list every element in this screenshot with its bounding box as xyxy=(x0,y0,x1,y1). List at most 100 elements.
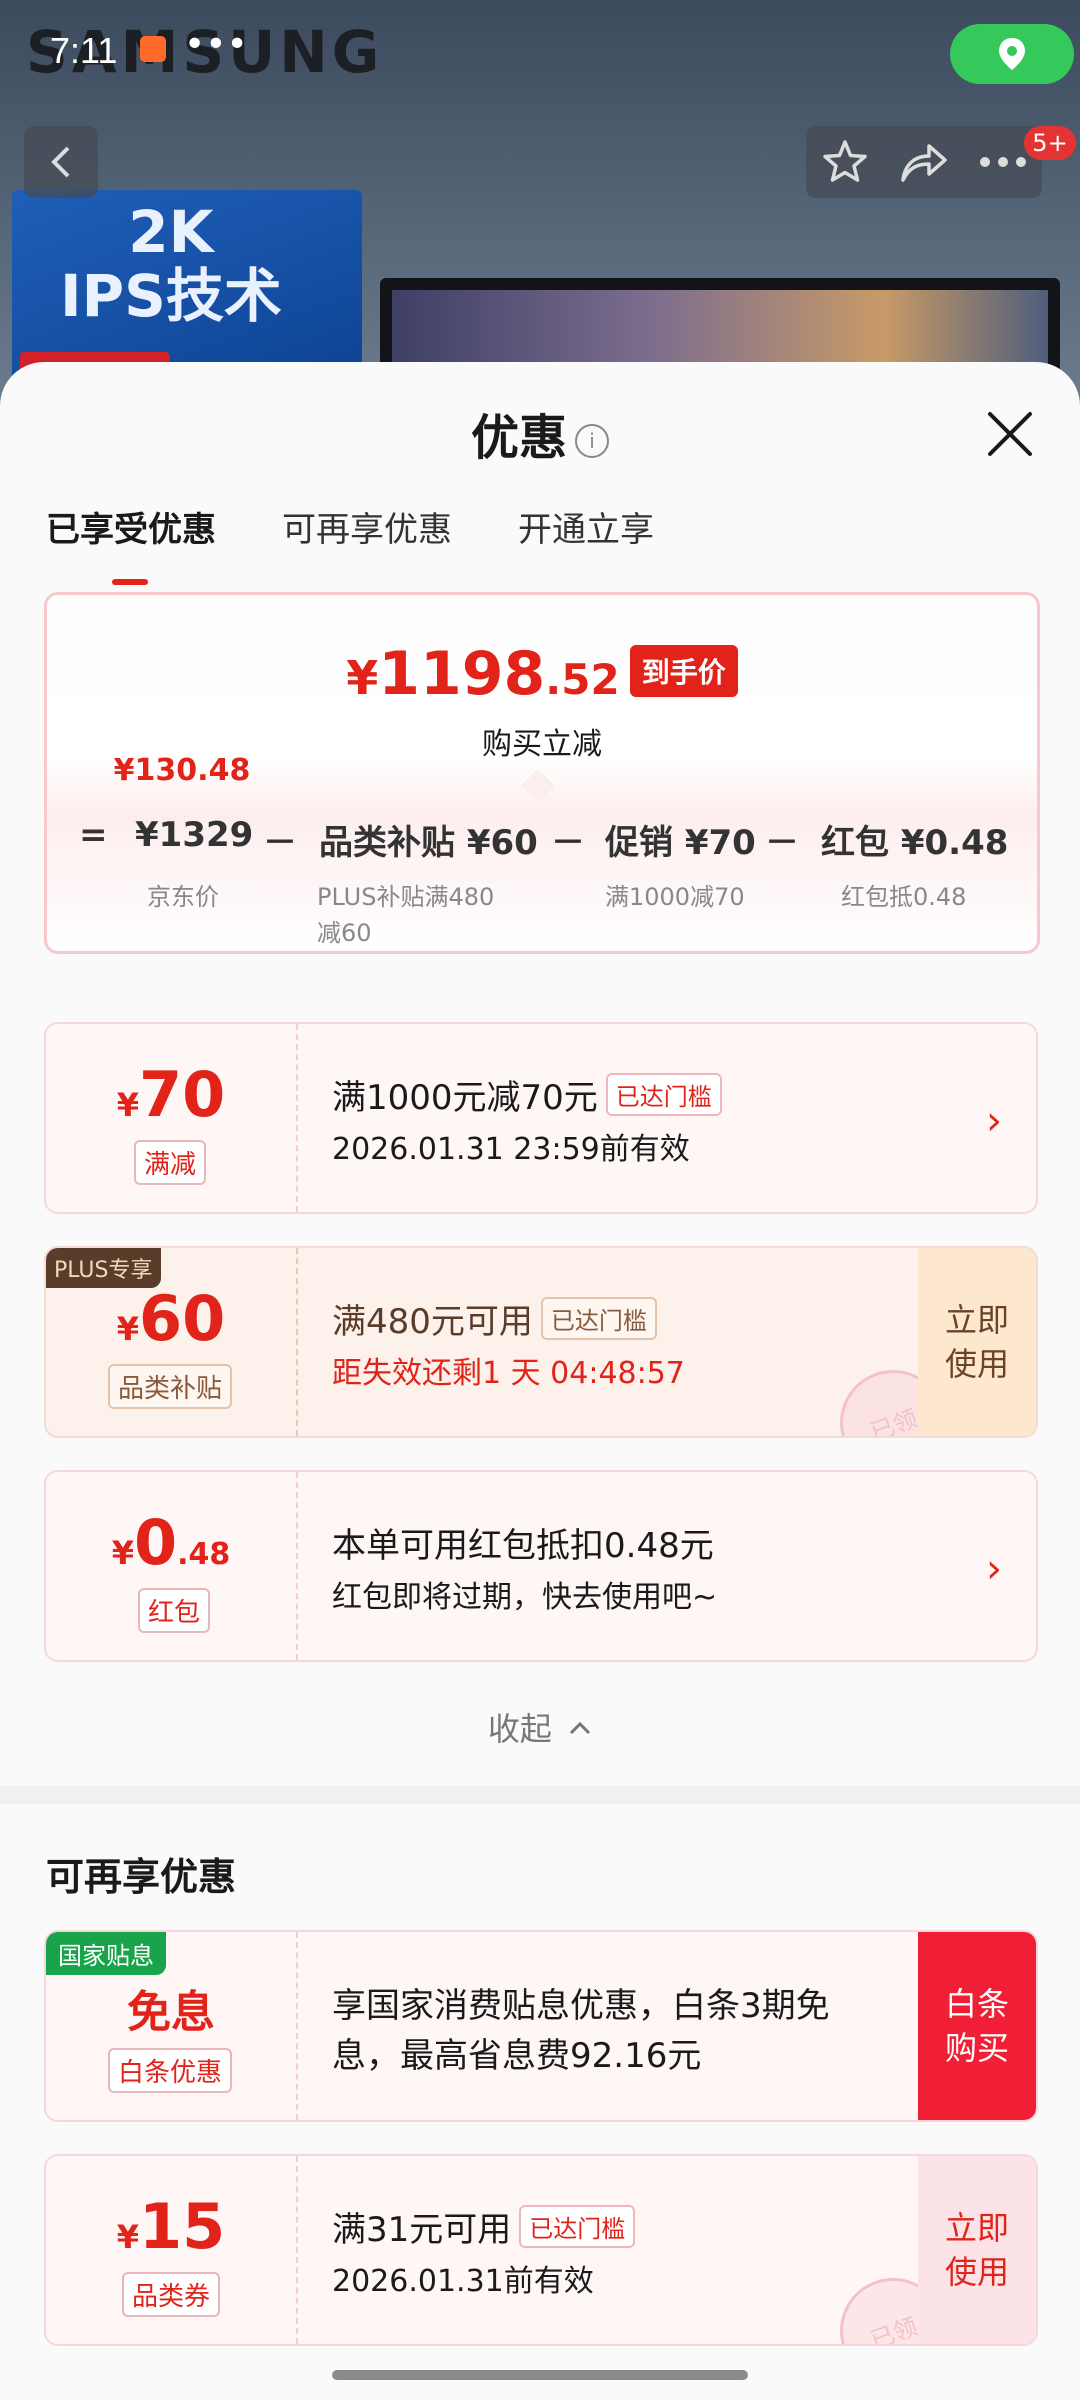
final-price-tag: 到手价 xyxy=(629,645,738,697)
op-minus-2: － xyxy=(551,823,585,863)
use-now-button[interactable]: 立即 使用 xyxy=(918,2156,1036,2344)
coupon-condition-text: 满1000元减70元 xyxy=(332,1078,598,1118)
message-badge: 5+ xyxy=(1024,126,1076,160)
home-indicator[interactable] xyxy=(332,2370,748,2380)
coupon-type: 品类补贴 xyxy=(108,1364,233,1409)
back-button[interactable] xyxy=(24,126,98,198)
coupon-card-full-reduction[interactable]: ¥70 满减 满1000元减70元 已达门槛 2026.01.31 23:59前有… xyxy=(44,1022,1038,1214)
tab-enjoyed[interactable]: 已享受优惠 xyxy=(46,502,216,585)
coupon-condition: 本单可用红包抵扣0.48元 xyxy=(332,1526,714,1566)
price-decimal: .52 xyxy=(545,655,620,704)
coupon-value: 0 xyxy=(133,1506,178,1579)
feature-line-2: IPS技术 xyxy=(60,262,282,330)
price-summary: ¥1198.52 到手价 购买立减 ¥130.48 = ¥1329 京东价 － 品类… xyxy=(44,592,1040,954)
coupon-currency: ¥ xyxy=(116,1086,139,1124)
breakdown-jd-price-sub: 京东价 xyxy=(147,883,219,911)
coupon-condition: 满480元可用 已达门槛 xyxy=(332,1294,657,1343)
status-time: 7:11 xyxy=(50,30,118,71)
coupon-type: 白条优惠 xyxy=(108,2048,233,2093)
location-button[interactable] xyxy=(950,24,1074,84)
coupon-desc-line1: 享国家消费贴息优惠，白条3期免 xyxy=(332,1986,830,2026)
coupon-condition: 满1000元减70元 已达门槛 xyxy=(332,1070,722,1119)
tab-activate[interactable]: 开通立享 xyxy=(518,502,654,551)
threshold-badge: 已达门槛 xyxy=(540,1297,657,1340)
notification-icon xyxy=(140,36,166,62)
collapse-button[interactable]: 收起 xyxy=(0,1704,1080,1750)
reduction-label: 购买立减 xyxy=(482,727,602,762)
coupon-value: 70 xyxy=(138,1058,226,1131)
coupon-left: ¥0.48 红包 xyxy=(46,1472,298,1660)
collapse-label: 收起 xyxy=(487,1710,552,1748)
op-equals: = xyxy=(79,815,108,855)
coupon-expiry: 2026.01.31前有效 xyxy=(332,2264,594,2299)
breakdown-subsidy-sub: PLUS补贴满480减60 xyxy=(317,883,495,947)
breakdown-redpacket-sub: 红包抵0.48 xyxy=(841,883,967,911)
op-minus-3: － xyxy=(765,823,799,863)
coupon-amount: ¥70 xyxy=(46,1058,296,1131)
instant-reduction: 购买立减 ¥130.48 xyxy=(47,719,1037,788)
coupon-left: ¥70 满减 xyxy=(46,1024,298,1212)
coupon-value: 15 xyxy=(138,2190,226,2263)
coupon-currency: ¥ xyxy=(116,1310,139,1348)
coupon-left: ¥15 品类券 xyxy=(46,2156,298,2344)
close-icon[interactable] xyxy=(984,408,1036,460)
top-toolbar xyxy=(806,126,1042,198)
coupon-condition-text: 满31元可用 xyxy=(332,2210,512,2250)
use-now-button[interactable]: 立即 使用 xyxy=(918,1248,1036,1436)
coupon-currency: ¥ xyxy=(116,2218,139,2256)
chevron-up-icon xyxy=(570,1721,591,1735)
back-icon xyxy=(51,146,70,178)
coupon-type: 品类券 xyxy=(122,2272,221,2317)
coupon-condition-text: 满480元可用 xyxy=(332,1302,533,1342)
coupon-currency: ¥ xyxy=(111,1534,134,1572)
reduction-amount: ¥130.48 xyxy=(113,753,251,788)
sheet-header: 优惠 i xyxy=(0,398,1080,468)
coupon-type: 红包 xyxy=(138,1588,211,1633)
coupon-value: 60 xyxy=(138,1282,226,1355)
coupon-type: 满减 xyxy=(134,1140,207,1185)
product-image-backdrop: SAMSUNG 2K IPS技术 xyxy=(0,0,1080,420)
coupon-decimal: .48 xyxy=(177,1537,231,1572)
sheet-title: 优惠 xyxy=(470,410,567,466)
tab-bar: 已享受优惠 可再享优惠 开通立享 xyxy=(46,502,654,585)
currency-symbol: ¥ xyxy=(346,651,379,705)
coupon-desc-line2: 息，最高省息费92.16元 xyxy=(332,2036,702,2076)
gov-subsidy-tag: 国家贴息 xyxy=(46,1932,166,1975)
status-more-icon: ••• xyxy=(184,24,248,65)
chevron-right-icon[interactable]: › xyxy=(986,1546,1002,1592)
coupon-countdown: 距失效还剩1 天 04:48:57 xyxy=(332,1356,685,1391)
share-icon[interactable] xyxy=(899,140,949,184)
info-icon[interactable]: i xyxy=(575,424,609,458)
section-title: 可再享优惠 xyxy=(46,1855,237,1899)
coupon-card-plus-subsidy[interactable]: ¥60 品类补贴 PLUS专享 满480元可用 已达门槛 距失效还剩1 天 04:… xyxy=(44,1246,1038,1438)
breakdown-jd-price: ¥1329 xyxy=(135,815,254,855)
chevron-right-icon[interactable]: › xyxy=(986,1098,1002,1144)
coupon-card-interest-free[interactable]: 免息 白条优惠 国家贴息 享国家消费贴息优惠，白条3期免 息，最高省息费92.1… xyxy=(44,1930,1038,2122)
coupon-amount: ¥15 xyxy=(46,2190,296,2263)
feature-line-1: 2K xyxy=(128,198,214,266)
coupon-card-category[interactable]: ¥15 品类券 满31元可用 已达门槛 2026.01.31前有效 已领 立即 使… xyxy=(44,2154,1038,2346)
coupon-expiry: 红包即将过期，快去使用吧~ xyxy=(332,1580,718,1615)
breakdown-promo: 促销 ¥70 xyxy=(605,823,756,863)
coupon-card-red-packet[interactable]: ¥0.48 红包 本单可用红包抵扣0.48元 红包即将过期，快去使用吧~ › xyxy=(44,1470,1038,1662)
star-icon[interactable] xyxy=(821,138,869,186)
feature-text: 2K IPS技术 xyxy=(60,200,282,328)
price-integer: 1198 xyxy=(378,639,546,709)
breakdown-subsidy: 品类补贴 ¥60 xyxy=(319,823,538,863)
threshold-badge: 已达门槛 xyxy=(519,2205,636,2248)
baitiao-buy-button[interactable]: 白条 购买 xyxy=(918,1932,1036,2120)
more-icon[interactable] xyxy=(979,156,1027,168)
coupon-amount: ¥60 xyxy=(46,1282,296,1355)
coupon-amount: 免息 xyxy=(46,1976,296,2040)
coupon-condition: 满31元可用 已达门槛 xyxy=(332,2202,636,2251)
threshold-badge: 已达门槛 xyxy=(605,1073,722,1116)
coupon-expiry: 2026.01.31 23:59前有效 xyxy=(332,1132,690,1167)
tab-more-discounts[interactable]: 可再享优惠 xyxy=(282,502,452,551)
breakdown-redpacket: 红包 ¥0.48 xyxy=(821,823,1009,863)
summary-notch xyxy=(519,765,557,803)
final-price: ¥1198.52 到手价 xyxy=(47,639,1037,709)
coupon-value: 免息 xyxy=(127,1987,215,2038)
section-divider xyxy=(0,1786,1080,1804)
plus-exclusive-tag: PLUS专享 xyxy=(46,1248,161,1288)
discount-sheet: 优惠 i 已享受优惠 可再享优惠 开通立享 ¥1198.52 到手价 购买立减 ¥13… xyxy=(0,362,1080,2400)
